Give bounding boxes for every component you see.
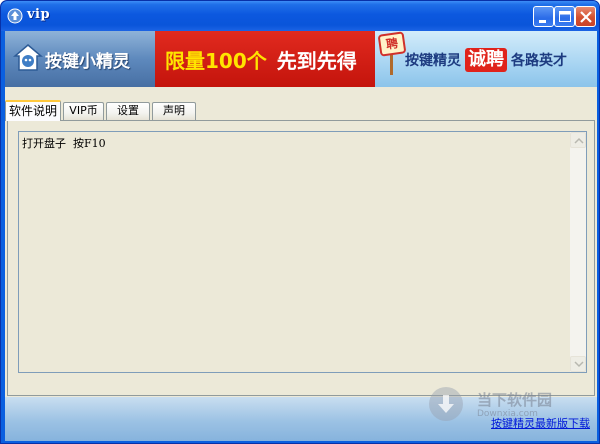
vertical-scrollbar[interactable]	[570, 132, 586, 372]
maximize-icon	[559, 11, 571, 22]
banner-brand[interactable]: 按键小精灵	[5, 31, 155, 87]
watermark-download-icon	[429, 387, 463, 421]
download-latest-link[interactable]: 按键精灵最新版下载	[491, 415, 590, 431]
info-textarea[interactable]: 打开盘子 按F10	[18, 131, 587, 373]
tab-vip-coins[interactable]: VIP币	[63, 102, 104, 120]
title-bar[interactable]: vip	[1, 1, 599, 31]
minimize-icon	[539, 20, 546, 23]
banner-brand-text: 按键小精灵	[45, 52, 130, 72]
recruit-sign-icon: 聘	[377, 31, 407, 57]
close-icon	[580, 11, 592, 23]
tab-statement[interactable]: 声明	[152, 102, 196, 120]
watermark-text: 当下软件园	[477, 391, 553, 409]
banner-recruit-text: 各路英才	[511, 53, 567, 69]
maximize-button[interactable]	[554, 6, 575, 27]
tab-settings[interactable]: 设置	[106, 102, 150, 120]
sign-pole	[390, 55, 393, 75]
banner-recruit[interactable]: 聘 按键精灵 诚聘 各路英才	[375, 31, 597, 87]
window-title: vip	[27, 7, 51, 22]
info-text: 打开盘子 按F10	[22, 137, 106, 150]
close-button[interactable]	[575, 6, 596, 27]
banner-recruit-hire: 诚聘	[465, 48, 507, 72]
app-window: vip 按键小精灵 限量100个 先到先得 聘 按键精灵 诚聘 各路英才 软件说…	[0, 0, 600, 444]
tab-strip: 软件说明 VIP币 设置 声明	[5, 100, 597, 121]
banner-recruit-brand: 按键精灵	[405, 53, 461, 69]
client-area: 按键小精灵 限量100个 先到先得 聘 按键精灵 诚聘 各路英才 软件说明 VIP币 …	[5, 31, 597, 441]
banner-promo-highlight: 限量100个	[165, 49, 267, 73]
app-icon	[7, 8, 23, 24]
scroll-down-button[interactable]	[570, 356, 586, 372]
chevron-down-icon	[574, 361, 584, 368]
tab-software-info[interactable]: 软件说明	[5, 100, 61, 121]
banner-promo-text: 先到先得	[276, 49, 357, 73]
scroll-up-button[interactable]	[570, 132, 586, 148]
minimize-button[interactable]	[533, 6, 554, 27]
ad-banner[interactable]: 按键小精灵 限量100个 先到先得 聘 按键精灵 诚聘 各路英才	[5, 31, 597, 87]
tab-panel: 打开盘子 按F10	[7, 120, 595, 396]
brand-logo-icon	[13, 44, 43, 71]
banner-promo[interactable]: 限量100个 先到先得	[155, 31, 375, 87]
chevron-up-icon	[574, 137, 584, 144]
